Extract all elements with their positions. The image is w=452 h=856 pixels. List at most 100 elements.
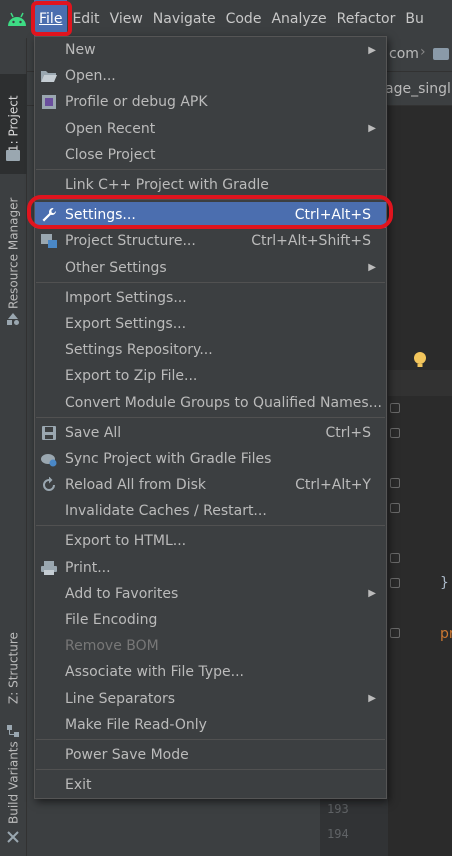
tab-structure[interactable]: Z: Structure xyxy=(0,618,27,718)
submenu-arrow-icon: ▶ xyxy=(368,262,376,274)
fold-marker-icon[interactable] xyxy=(390,578,400,588)
menu-item-shortcut: Ctrl+Alt+Shift+S xyxy=(251,233,371,250)
menu-item-project-structure[interactable]: Project Structure... Ctrl+Alt+Shift+S xyxy=(35,228,386,254)
menu-item-export-to-zip-file[interactable]: Export to Zip File... xyxy=(35,363,386,389)
tab-resource-manager[interactable]: Resource Manager xyxy=(0,188,27,318)
menu-item-export-to-html[interactable]: Export to HTML... xyxy=(35,528,386,554)
menu-item-shortcut: Ctrl+S xyxy=(325,424,371,441)
menu-item-settings-repository[interactable]: Settings Repository... xyxy=(35,337,386,363)
menu-item-associate-with-file-type[interactable]: Associate with File Type... xyxy=(35,659,386,685)
menu-item-label: Add to Favorites xyxy=(65,585,179,602)
submenu-arrow-icon: ▶ xyxy=(368,588,376,600)
menu-edit[interactable]: Edit xyxy=(67,0,104,38)
fold-marker-icon[interactable] xyxy=(390,428,400,438)
submenu-arrow-icon: ▶ xyxy=(368,44,376,56)
menu-item-other-settings[interactable]: Other Settings ▶ xyxy=(35,255,386,281)
submenu-arrow-icon: ▶ xyxy=(368,693,376,705)
menu-item-label: Settings Repository... xyxy=(65,342,213,359)
reload-icon xyxy=(39,475,59,495)
menu-refactor[interactable]: Refactor xyxy=(332,0,401,38)
android-logo-icon xyxy=(0,0,34,38)
menu-item-label: Profile or debug APK xyxy=(65,94,208,111)
project-folder-icon xyxy=(6,150,20,161)
menu-item-open[interactable]: Open... xyxy=(35,63,386,89)
menu-item-label: Close Project xyxy=(65,146,156,163)
tab-build-variants[interactable]: Build Variants xyxy=(0,738,27,828)
gradle-sync-icon xyxy=(39,449,59,469)
line-number: 194 xyxy=(327,827,349,841)
menu-item-sync-project-with-gradle-files[interactable]: Sync Project with Gradle Files xyxy=(35,446,386,472)
code-brace: } xyxy=(440,575,449,591)
lightbulb-icon[interactable] xyxy=(413,351,427,369)
menu-item-open-recent[interactable]: Open Recent ▶ xyxy=(35,116,386,142)
menu-item-label: Line Separators xyxy=(65,690,176,707)
menu-item-label: Link C++ Project with Gradle xyxy=(65,177,269,194)
menu-bar: File Edit View Navigate Code Analyze Ref… xyxy=(0,0,452,38)
breadcrumb-fragment[interactable]: com xyxy=(389,46,419,62)
resource-manager-icon xyxy=(6,311,20,325)
menu-item-exit[interactable]: Exit xyxy=(35,772,386,798)
menu-code[interactable]: Code xyxy=(221,0,267,38)
menu-item-label: Settings... xyxy=(65,207,136,224)
menu-item-print[interactable]: Print... xyxy=(35,555,386,581)
menu-item-label: Export Settings... xyxy=(65,315,187,332)
folder-open-icon xyxy=(39,66,59,86)
menu-item-invalidate-caches-restart[interactable]: Invalidate Caches / Restart... xyxy=(35,498,386,524)
fold-marker-icon[interactable] xyxy=(390,503,400,513)
menu-item-label: New xyxy=(65,42,96,59)
menu-item-label: Make File Read-Only xyxy=(65,716,207,733)
menu-view[interactable]: View xyxy=(105,0,148,38)
menu-item-make-file-read-only[interactable]: Make File Read-Only xyxy=(35,712,386,738)
menu-item-label: Exit xyxy=(65,777,92,794)
menu-item-line-separators[interactable]: Line Separators ▶ xyxy=(35,686,386,712)
menu-item-reload-all-from-disk[interactable]: Reload All from Disk Ctrl+Alt+Y xyxy=(35,472,386,498)
menu-item-label: Other Settings xyxy=(65,259,167,276)
menu-navigate[interactable]: Navigate xyxy=(148,0,221,38)
menu-item-label: Save All xyxy=(65,424,122,441)
menu-item-shortcut: Ctrl+Alt+Y xyxy=(295,477,371,494)
fold-marker-icon[interactable] xyxy=(390,553,400,563)
chevron-right-icon: › xyxy=(420,44,426,60)
menu-item-label: Export to Zip File... xyxy=(65,368,198,385)
printer-icon xyxy=(39,558,59,578)
tab-project-label: 1: Project xyxy=(6,95,21,153)
apk-icon xyxy=(39,92,59,112)
menu-item-settings[interactable]: Settings... Ctrl+Alt+S xyxy=(35,202,386,229)
fold-marker-icon[interactable] xyxy=(390,403,400,413)
fold-marker-icon[interactable] xyxy=(390,628,400,638)
submenu-arrow-icon: ▶ xyxy=(368,123,376,135)
editor-tab[interactable]: age_singl xyxy=(385,81,451,97)
menu-item-import-settings[interactable]: Import Settings... xyxy=(35,285,386,311)
menu-item-new[interactable]: New ▶ xyxy=(35,37,386,63)
menu-analyze[interactable]: Analyze xyxy=(266,0,331,38)
menu-item-label: Print... xyxy=(65,559,111,576)
menu-item-shortcut: Ctrl+Alt+S xyxy=(294,207,371,224)
file-menu-dropdown: New ▶ Open... Profile or debug APK Open Rece… xyxy=(34,36,387,799)
menu-item-link-c-project-with-gradle[interactable]: Link C++ Project with Gradle xyxy=(35,172,386,198)
menu-item-profile-or-debug-apk[interactable]: Profile or debug APK xyxy=(35,89,386,115)
menu-item-file-encoding[interactable]: File Encoding xyxy=(35,607,386,633)
menu-build[interactable]: Bu xyxy=(400,0,428,38)
menu-item-label: Reload All from Disk xyxy=(65,477,206,494)
menu-file[interactable]: File xyxy=(34,0,68,38)
line-number: 193 xyxy=(327,802,349,816)
menu-item-add-to-favorites[interactable]: Add to Favorites ▶ xyxy=(35,581,386,607)
fold-marker-icon[interactable] xyxy=(390,478,400,488)
tab-build-variants-label: Build Variants xyxy=(6,741,21,825)
menu-item-power-save-mode[interactable]: Power Save Mode xyxy=(35,742,386,768)
menu-item-save-all[interactable]: Save All Ctrl+S xyxy=(35,420,386,446)
menu-item-label: Sync Project with Gradle Files xyxy=(65,450,272,467)
menu-item-label: Remove BOM xyxy=(65,638,159,655)
menu-item-remove-bom: Remove BOM xyxy=(35,633,386,659)
wrench-icon xyxy=(39,205,59,225)
menu-item-close-project[interactable]: Close Project xyxy=(35,142,386,168)
folder-icon xyxy=(433,48,449,60)
structure-icon xyxy=(7,722,19,737)
menu-item-convert-module-groups-to-qualified-names[interactable]: Convert Module Groups to Qualified Names… xyxy=(35,389,386,415)
menu-item-label: Open Recent xyxy=(65,120,156,137)
menu-item-label: Export to HTML... xyxy=(65,533,187,550)
menu-item-export-settings[interactable]: Export Settings... xyxy=(35,311,386,337)
menu-item-label: Invalidate Caches / Restart... xyxy=(65,503,267,520)
menu-item-label: Project Structure... xyxy=(65,233,196,250)
tab-resource-manager-label: Resource Manager xyxy=(6,197,21,309)
